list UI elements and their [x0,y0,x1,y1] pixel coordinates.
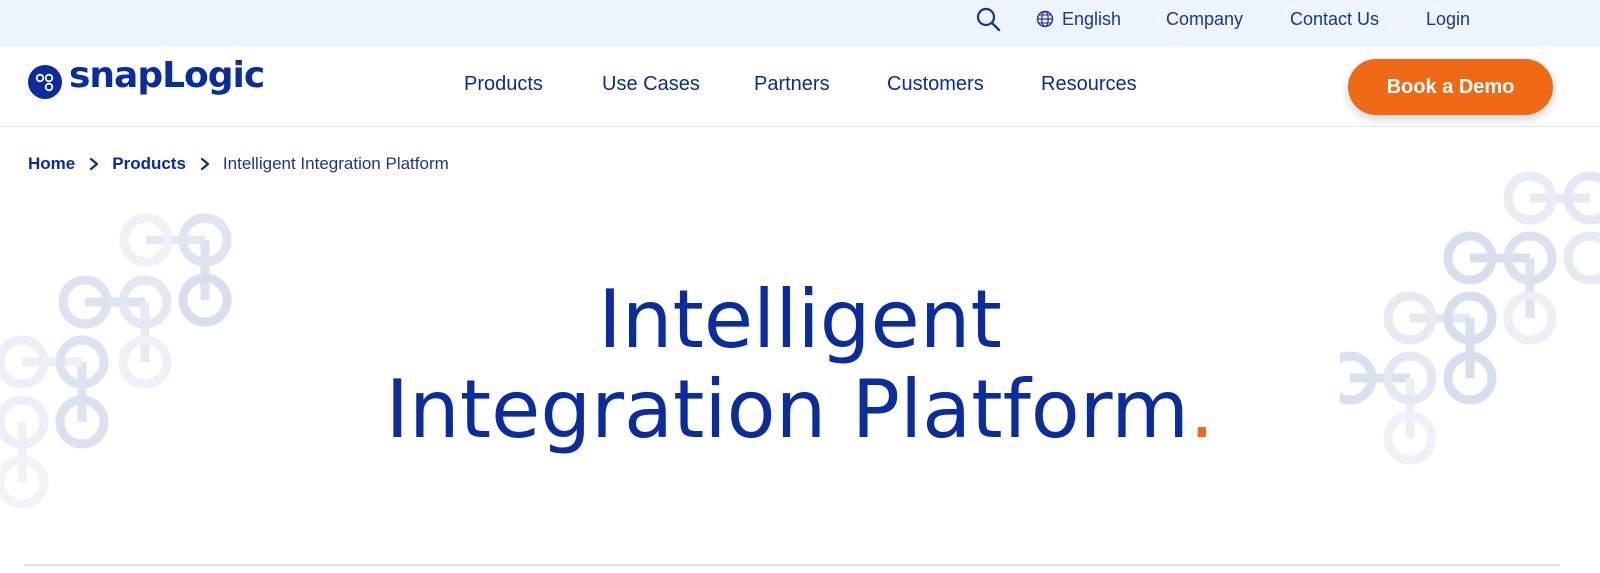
nav-item-products[interactable]: Products [464,72,543,96]
nav-item-customers[interactable]: Customers [887,72,984,96]
snaplogic-logo[interactable]: snapLogic ® [28,55,265,119]
trademark-mark: ® [249,69,254,75]
globe-icon [1036,10,1054,28]
utility-bar: English Company Contact Us Login [0,0,1600,47]
language-label: English [1062,9,1122,29]
contact-us-link[interactable]: Contact Us [1290,8,1379,30]
login-link[interactable]: Login [1426,8,1470,30]
language-selector[interactable]: English [1036,8,1121,30]
company-link[interactable]: Company [1166,8,1243,30]
hero-title-line-1: Intelligent [598,273,1002,366]
hero-title-line-2: Integration Platform [385,363,1190,456]
hero-title: Intelligent Integration Platform. [0,275,1600,455]
chevron-right-icon [200,157,210,171]
main-header: snapLogic ® Products Use Cases Partners … [0,47,1600,127]
breadcrumb: Home Products Intelligent Integration Pl… [28,152,449,176]
hero-title-line-2-wrap: Integration Platform. [0,365,1600,455]
breadcrumb-current: Intelligent Integration Platform [222,154,449,173]
nav-item-resources[interactable]: Resources [1041,72,1137,96]
breadcrumb-products[interactable]: Products [112,154,186,174]
nav-item-partners[interactable]: Partners [754,72,830,96]
chevron-right-icon [90,157,99,171]
section-divider [24,564,1560,566]
breadcrumb-home[interactable]: Home [28,154,75,174]
hero-title-accent-dot: . [1189,363,1215,456]
logo-wordmark: snapLogic [69,55,265,96]
book-demo-button[interactable]: Book a Demo [1348,59,1553,115]
snaplogic-logo-icon [28,65,62,99]
search-icon[interactable] [975,6,1001,32]
nav-item-use-cases[interactable]: Use Cases [602,72,700,96]
